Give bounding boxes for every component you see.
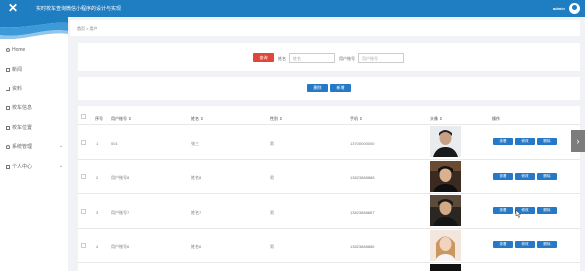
user-icon: [6, 144, 10, 149]
select-all-checkbox[interactable]: [81, 114, 86, 119]
sidebar: Home 新闻 资料 校车信息 校车位置 系统管理 ⌄ 个人中心 ⌄: [0, 17, 68, 271]
sidebar-item-label: 系统管理: [12, 144, 33, 150]
chevron-down-icon[interactable]: ⌄: [59, 163, 63, 169]
delete-button[interactable]: 删除: [307, 84, 328, 92]
row-checkbox[interactable]: [81, 174, 86, 179]
cell-gender: 男: [270, 141, 274, 146]
edit-button[interactable]: 修改: [515, 241, 535, 248]
avatar-photo: [430, 195, 461, 226]
view-button[interactable]: 查看: [493, 207, 513, 214]
sidebar-item-profile[interactable]: 个人中心: [6, 163, 32, 171]
mouse-cursor-icon: [515, 210, 521, 218]
sidebar-item-system[interactable]: 系统管理: [6, 143, 32, 151]
avatar-photo: [430, 264, 461, 271]
chevron-down-icon[interactable]: ⌄: [59, 143, 63, 149]
sidebar-item-materials[interactable]: 资料: [6, 85, 22, 93]
sidebar-item-label: 个人中心: [12, 164, 33, 170]
cell-account: 用户账号7: [111, 210, 130, 215]
account-label: 用户账号: [339, 56, 355, 61]
cell-phone: 13823888888: [350, 175, 375, 180]
name-search-input[interactable]: 姓名: [289, 53, 335, 63]
row-delete-button[interactable]: 删除: [537, 207, 557, 214]
row-delete-button[interactable]: 删除: [537, 138, 557, 145]
sidebar-item-label: Home: [12, 47, 26, 53]
app-title: 实时校车查询微信小程序的设计与实现: [36, 6, 122, 12]
column-header-account[interactable]: 用户账号 ⇕: [111, 116, 131, 122]
avatar-photo: [430, 161, 461, 192]
breadcrumb-bar: 首页 > 用户: [70, 20, 580, 36]
search-button[interactable]: 查询: [253, 53, 274, 62]
home-icon: [6, 47, 10, 52]
admin-username[interactable]: admin: [553, 6, 565, 11]
cell-index: 3: [96, 210, 99, 215]
cell-account: 用户账号6: [111, 244, 130, 249]
grid-icon: [6, 67, 10, 72]
sidebar-item-label: 资料: [12, 86, 23, 92]
cell-phone: 13823888887: [350, 210, 375, 215]
row-delete-button[interactable]: 删除: [537, 241, 557, 248]
cell-account: 001: [111, 141, 118, 146]
row-divider: [78, 124, 580, 125]
sidebar-item-news[interactable]: 新闻: [6, 66, 22, 74]
sidebar-item-label: 新闻: [12, 67, 23, 73]
cell-index: 4: [96, 244, 99, 249]
account-search-input[interactable]: 用户账号: [358, 53, 404, 63]
close-icon[interactable]: ✕: [8, 1, 18, 15]
row-delete-button[interactable]: 删除: [537, 173, 557, 180]
view-button[interactable]: 查看: [493, 241, 513, 248]
cell-gender: 男: [270, 210, 274, 215]
view-button[interactable]: 查看: [493, 138, 513, 145]
breadcrumb: 首页 > 用户: [77, 26, 98, 31]
name-label: 姓名: [278, 56, 286, 61]
edit-button[interactable]: 修改: [515, 138, 535, 145]
sidebar-item-bus-location[interactable]: 校车位置: [6, 124, 32, 132]
row-divider: [78, 228, 580, 229]
row-checkbox[interactable]: [81, 140, 86, 145]
cell-phone: 13700000000: [350, 141, 375, 146]
sidebar-item-label: 校车信息: [12, 105, 33, 111]
sidebar-banner: [0, 17, 68, 39]
row-divider: [78, 262, 580, 263]
cell-phone: 13823888886: [350, 244, 375, 249]
column-header-gender[interactable]: 性别 ⇕: [270, 116, 282, 122]
column-header-name[interactable]: 姓名 ⇕: [191, 116, 203, 122]
cell-gender: 男: [270, 244, 274, 249]
row-checkbox[interactable]: [81, 209, 86, 214]
cell-index: 2: [96, 175, 99, 180]
sidebar-item-home[interactable]: Home: [6, 46, 25, 54]
avatar-photo: [430, 230, 461, 261]
grid-icon: [6, 105, 10, 110]
chevron-right-icon[interactable]: ›: [571, 130, 585, 152]
user-avatar-icon[interactable]: [569, 3, 580, 14]
column-header-actions: 操作: [492, 116, 500, 121]
add-button[interactable]: 新增: [330, 84, 351, 92]
cell-name: 姓名6: [191, 244, 202, 249]
view-button[interactable]: 查看: [493, 173, 513, 180]
avatar-photo: [430, 126, 461, 157]
sidebar-item-bus-info[interactable]: 校车信息: [6, 104, 32, 112]
card-icon: [6, 164, 10, 169]
cell-name: 姓名7: [191, 210, 202, 215]
cell-account: 用户账号8: [111, 175, 130, 180]
cell-gender: 男: [270, 175, 274, 180]
action-panel: [78, 77, 580, 100]
top-header: ✕ 实时校车查询微信小程序的设计与实现 admin: [0, 0, 585, 17]
cell-index: 1: [96, 141, 99, 146]
row-checkbox[interactable]: [81, 243, 86, 248]
cell-name: 姓名8: [191, 175, 202, 180]
square-icon: [6, 125, 10, 130]
row-divider: [78, 193, 580, 194]
cell-name: 张三: [191, 141, 199, 146]
column-header-avatar[interactable]: 头像 ⇕: [430, 116, 442, 122]
chart-icon: [6, 86, 10, 91]
column-header-index: 序号: [95, 116, 103, 121]
edit-button[interactable]: 修改: [515, 173, 535, 180]
row-divider: [78, 159, 580, 160]
column-header-phone[interactable]: 手机 ⇕: [350, 116, 362, 122]
sidebar-item-label: 校车位置: [12, 125, 33, 131]
